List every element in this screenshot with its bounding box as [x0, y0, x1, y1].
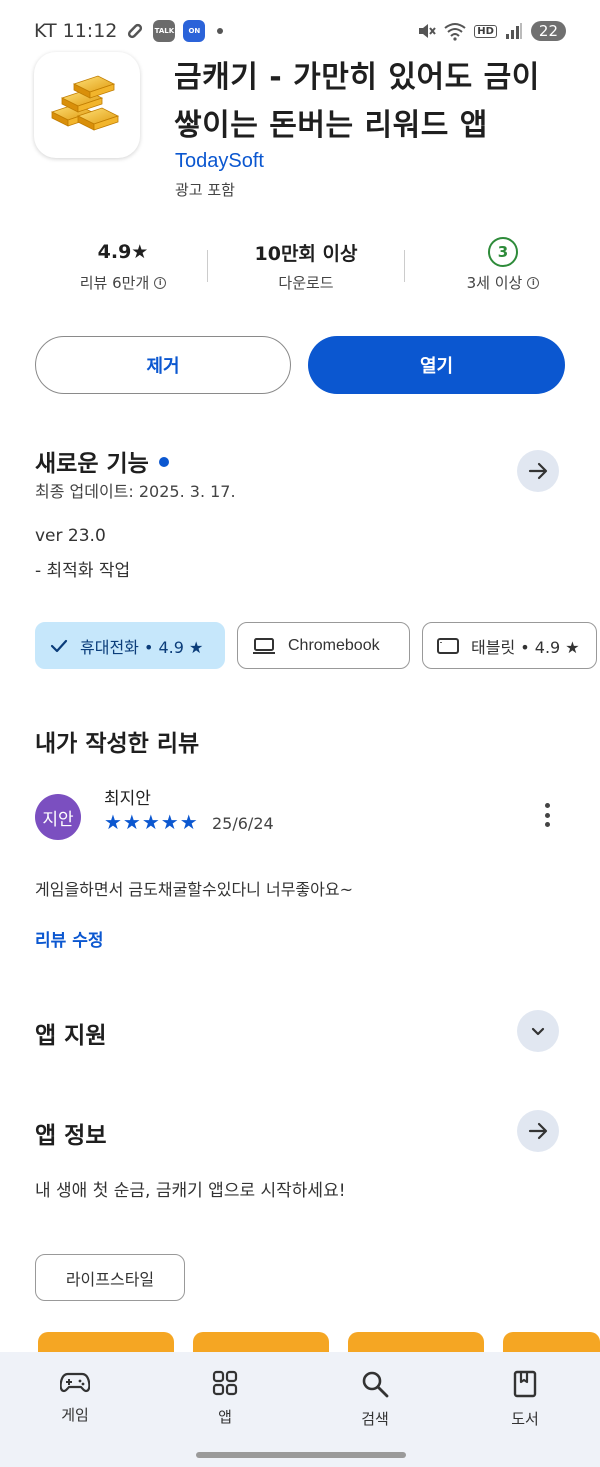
stat-divider: [404, 250, 405, 282]
wifi-icon: [444, 23, 466, 41]
talk-notification-icon: TALK: [153, 20, 176, 42]
arrow-right-icon: [528, 1122, 548, 1140]
app-title-line1: 금캐기 - 가만히 있어도 금이: [174, 60, 540, 95]
ads-note: 광고 포함: [175, 181, 235, 199]
reviews-count-row: 리뷰 6만개 i: [38, 272, 208, 293]
gold-bars-icon: [50, 75, 120, 131]
my-review-title: 내가 작성한 리뷰: [35, 731, 200, 757]
carrier-time: KT 11:12: [34, 20, 118, 42]
link-icon: [128, 23, 143, 39]
version-text: ver 23.0: [35, 526, 106, 546]
app-icon: [34, 52, 140, 158]
apps-grid-icon: [212, 1370, 238, 1396]
age-rating-label-row: 3세 이상 i: [420, 272, 586, 293]
app-title: 금캐기 - 가만히 있어도 금이 쌓이는 돈버는 리워드 앱: [174, 54, 574, 150]
avatar: 지안: [35, 794, 81, 840]
mute-icon: [419, 24, 437, 38]
rating-stat[interactable]: 4.9★ 리뷰 6만개 i: [38, 236, 208, 293]
tablet-icon: [437, 637, 459, 654]
search-icon: [362, 1371, 389, 1398]
check-icon: [50, 639, 68, 652]
device-chip-phone[interactable]: 휴대전화 • 4.9 ★: [35, 622, 225, 669]
age-rating-badge-row: 3: [420, 236, 586, 268]
nav-search[interactable]: 검색: [335, 1370, 415, 1429]
info-icon: i: [527, 276, 540, 289]
hd-icon: HD: [474, 24, 497, 38]
laptop-icon: [253, 637, 275, 654]
device-chip-tablet[interactable]: 태블릿 • 4.9 ★: [422, 622, 597, 669]
whats-new-arrow-button[interactable]: [517, 450, 559, 492]
more-notifications-icon: [217, 28, 224, 34]
stat-divider: [207, 250, 208, 282]
info-icon: i: [154, 276, 167, 289]
chevron-down-icon: [531, 1027, 545, 1036]
more-options-icon[interactable]: [536, 800, 558, 830]
signal-icon: [505, 23, 522, 39]
app-support-title[interactable]: 앱 지원: [35, 1016, 107, 1050]
app-title-line2: 쌓이는 돈버는 리워드 앱: [174, 108, 488, 143]
nav-games[interactable]: 게임: [35, 1370, 115, 1425]
nav-books[interactable]: 도서: [485, 1370, 565, 1429]
whats-new-heading[interactable]: 새로운 기능: [35, 444, 169, 478]
device-chip-phone-label: 휴대전화 • 4.9 ★: [80, 637, 204, 657]
app-info-title[interactable]: 앱 정보: [35, 1116, 107, 1150]
age-rating-badge: 3: [488, 237, 518, 267]
release-notes: - 최적화 작업: [35, 561, 131, 581]
app-notification-icon: ON: [183, 20, 206, 42]
last-updated: 최종 업데이트: 2025. 3. 17.: [35, 482, 236, 501]
nav-books-label: 도서: [511, 1410, 539, 1428]
status-right: HD 22: [416, 21, 566, 41]
device-chip-chromebook-label: Chromebook: [288, 636, 380, 654]
review-text: 게임을하면서 금도채굴할수있다니 너무좋아요~: [35, 880, 353, 899]
book-icon: [513, 1370, 537, 1398]
category-tag[interactable]: 라이프스타일: [35, 1254, 185, 1301]
app-description: 내 생애 첫 순금, 금캐기 앱으로 시작하세요!: [35, 1181, 346, 1201]
age-rating-label: 3세 이상: [466, 274, 523, 292]
downloads-stat: 10만회 이상 다운로드: [222, 236, 390, 293]
nav-apps[interactable]: 앱: [185, 1370, 265, 1427]
home-indicator[interactable]: [196, 1452, 406, 1458]
status-left: KT 11:12 TALK ON: [34, 20, 224, 42]
gamepad-icon: [60, 1372, 90, 1393]
downloads-value: 10만회 이상: [254, 242, 358, 265]
device-chip-chromebook[interactable]: Chromebook: [237, 622, 410, 669]
review-stars: ★★★★★: [104, 810, 199, 834]
nav-apps-label: 앱: [218, 1408, 232, 1426]
edit-review-link[interactable]: 리뷰 수정: [35, 926, 103, 951]
nav-games-label: 게임: [61, 1406, 89, 1424]
reviewer-name: 최지안: [104, 789, 151, 809]
downloads-label: 다운로드: [278, 274, 334, 292]
device-chip-tablet-label: 태블릿 • 4.9 ★: [471, 637, 580, 657]
rating-value: 4.9★: [97, 241, 149, 263]
reviews-count: 리뷰 6만개: [79, 274, 150, 292]
review-date: 25/6/24: [212, 814, 274, 833]
new-indicator-dot: [158, 456, 169, 467]
arrow-right-icon: [528, 462, 548, 480]
stats-row: 4.9★ 리뷰 6만개 i 10만회 이상 다운로드 3 3세 이상 i: [0, 236, 600, 302]
app-info-arrow-button[interactable]: [517, 1110, 559, 1152]
developer-link[interactable]: TodaySoft: [175, 150, 264, 173]
remove-button[interactable]: 제거: [35, 336, 291, 394]
nav-search-label: 검색: [361, 1410, 389, 1428]
battery-icon: 22: [530, 21, 566, 41]
bottom-nav: 게임 앱 검색 도서: [0, 1352, 600, 1467]
whats-new-title: 새로운 기능: [35, 451, 149, 477]
open-button[interactable]: 열기: [308, 336, 565, 394]
app-support-expand-button[interactable]: [517, 1010, 559, 1052]
age-rating-stat[interactable]: 3 3세 이상 i: [420, 236, 586, 293]
